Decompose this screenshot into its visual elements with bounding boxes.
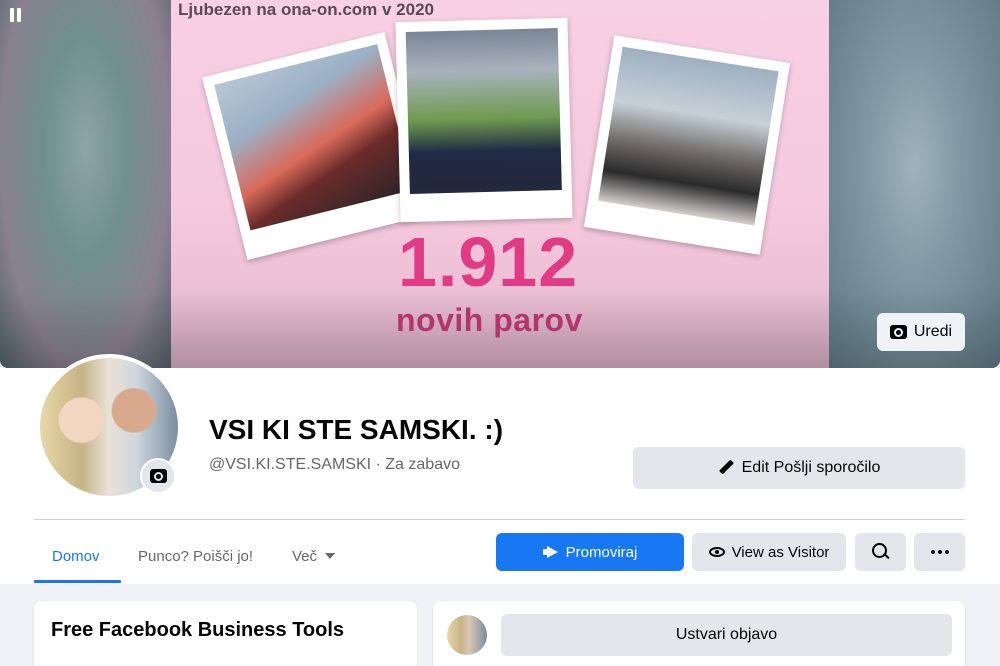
tab-find-girl-label: Punco? Poišči jo!: [138, 547, 254, 565]
edit-send-message-button[interactable]: Edit Pošlji sporočilo: [633, 447, 965, 489]
cover-caption: Ljubezen na ona-on.com v 2020: [178, 0, 435, 19]
edit-cover-label: Uredi: [913, 323, 953, 340]
megaphone-icon: [542, 546, 559, 558]
tab-home[interactable]: Domov: [52, 532, 100, 580]
promote-button[interactable]: Promoviraj: [496, 533, 684, 571]
avatar[interactable]: [447, 615, 487, 655]
couple-photo: [598, 46, 779, 226]
photo-frame-center: [395, 17, 573, 223]
header-divider: [34, 519, 965, 520]
tab-find-girl[interactable]: Punco? Poišči jo!: [138, 532, 253, 580]
create-post-button[interactable]: Ustvari objavo: [501, 614, 952, 656]
couple-photo: [405, 28, 562, 194]
business-tools-card: Free Facebook Business Tools: [34, 601, 417, 666]
tab-more[interactable]: Več: [292, 532, 336, 580]
tab-home-label: Domov: [52, 547, 100, 565]
couple-photo: [214, 44, 414, 231]
pause-icon[interactable]: [10, 8, 24, 22]
camera-icon: [149, 469, 167, 483]
more-options-button[interactable]: [914, 533, 965, 571]
view-as-visitor-button[interactable]: View as Visitor: [692, 533, 846, 571]
create-post-card: Ustvari objavo: [433, 601, 965, 666]
view-as-visitor-label: View as Visitor: [731, 543, 830, 561]
more-dots-icon: [930, 550, 949, 554]
tab-more-label: Več: [292, 547, 318, 565]
photo-frame-right: [583, 35, 791, 255]
chevron-down-icon: [325, 553, 336, 559]
couples-subtitle: novih parov: [396, 302, 583, 338]
search-icon: [871, 543, 890, 561]
send-message-label: Edit Pošlji sporočilo: [741, 459, 881, 476]
page-handle[interactable]: @VSI.KI.STE.SAMSKI · Za zabavo: [209, 456, 460, 474]
business-tools-title: Free Facebook Business Tools: [51, 619, 345, 641]
cover-photo[interactable]: Ljubezen na ona-on.com v 2020 1.912 novi…: [0, 0, 1000, 368]
page-title: VSI KI STE SAMSKI. :): [209, 414, 504, 445]
camera-icon: [889, 325, 907, 339]
promote-label: Promoviraj: [565, 543, 638, 561]
search-button[interactable]: [855, 533, 906, 571]
update-profile-picture-button[interactable]: [140, 458, 176, 494]
facebook-page: Ljubezen na ona-on.com v 2020 1.912 novi…: [0, 0, 1000, 666]
active-tab-indicator: [34, 580, 121, 583]
eye-icon: [708, 547, 725, 557]
create-post-label: Ustvari objavo: [675, 626, 778, 643]
pencil-icon: [718, 460, 734, 476]
couples-count: 1.912: [398, 223, 579, 301]
edit-cover-button[interactable]: Uredi: [877, 313, 965, 351]
